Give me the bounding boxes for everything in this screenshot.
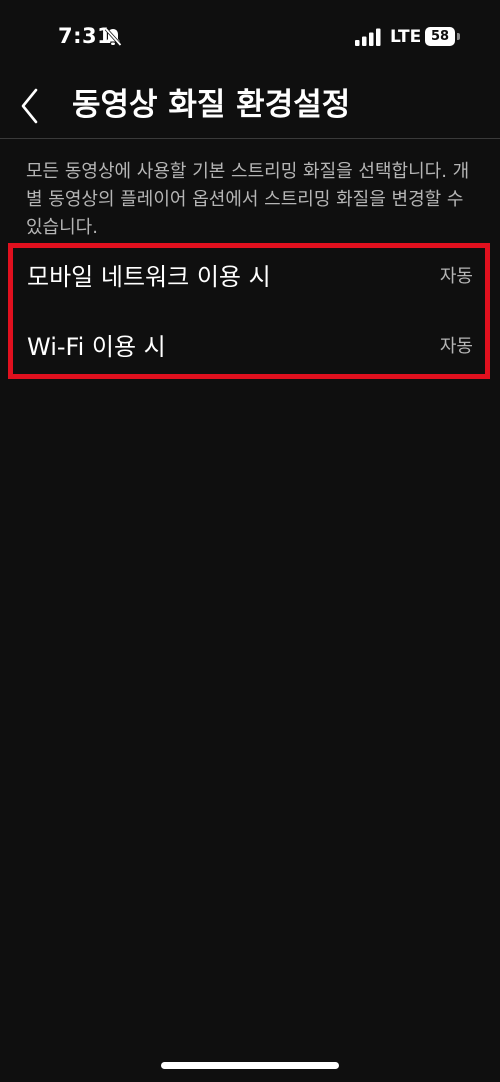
- description-text: 모든 동영상에 사용할 기본 스트리밍 화질을 선택합니다. 개별 동영상의 플…: [26, 161, 470, 238]
- setting-value: 자동: [439, 336, 473, 357]
- setting-label: Wi-Fi 이용 시: [27, 333, 166, 361]
- header: 동영상 화질 환경설정: [0, 76, 500, 139]
- signal-icon: [355, 28, 381, 46]
- battery-indicator: 58: [425, 27, 455, 46]
- status-bar: 7:31 LTE 58: [0, 0, 500, 76]
- bell-slash-icon: [104, 27, 122, 47]
- setting-value: 자동: [439, 266, 473, 287]
- home-indicator[interactable]: [161, 1062, 339, 1069]
- network-label: LTE: [390, 27, 422, 47]
- settings-list: 모바일 네트워크 이용 시 자동 Wi-Fi 이용 시 자동: [8, 243, 490, 379]
- battery-tip: [457, 33, 460, 40]
- chevron-left-icon: [21, 88, 38, 124]
- page-title: 동영상 화질 환경설정: [72, 87, 351, 123]
- back-button[interactable]: [12, 82, 52, 126]
- setting-mobile-network[interactable]: 모바일 네트워크 이용 시 자동: [13, 248, 485, 311]
- setting-wifi[interactable]: Wi-Fi 이용 시 자동: [13, 318, 485, 381]
- setting-label: 모바일 네트워크 이용 시: [27, 263, 271, 291]
